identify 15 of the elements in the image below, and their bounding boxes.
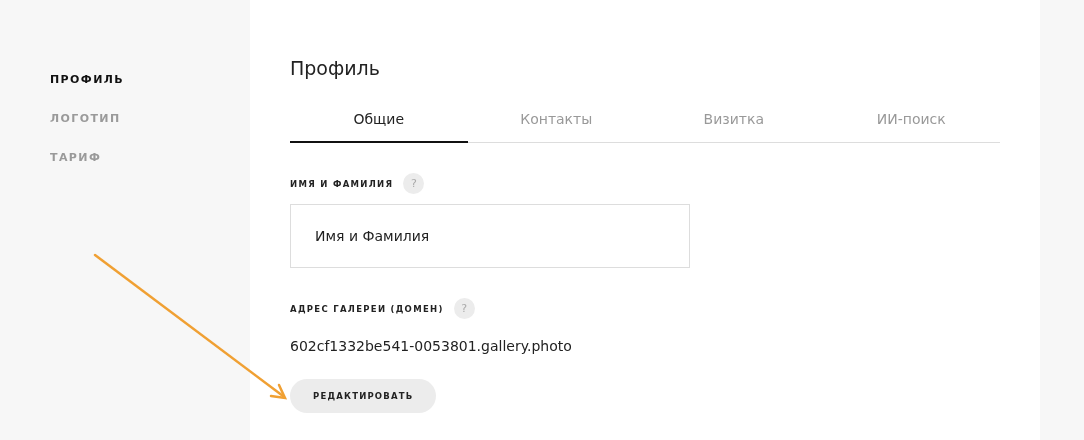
page-title: Профиль [290, 57, 381, 79]
name-input-field[interactable]: Имя и Фамилия [290, 204, 690, 268]
tab[interactable]: Визитка [645, 101, 823, 143]
tab[interactable]: Контакты [467, 101, 645, 143]
edit-button[interactable]: РЕДАКТИРОВАТЬ [290, 379, 437, 413]
sidebar-item[interactable]: ПРОФИЛЬ [50, 72, 125, 88]
sidebar-item[interactable]: ЛОГОТИП [50, 111, 121, 127]
field-label: АДРЕС ГАЛЕРЕИ (ДОМЕН) [290, 303, 444, 314]
sidebar-item[interactable]: ТАРИФ [50, 150, 102, 166]
domain-text: 602cf1332be541-0053801.gallery.photo [290, 338, 573, 354]
help-badge[interactable]: ? [403, 173, 425, 194]
tab[interactable]: Общие [290, 101, 468, 143]
field-label: ИМЯ И ФАМИЛИЯ [290, 178, 394, 189]
help-badge[interactable]: ? [453, 298, 475, 319]
tab[interactable]: ИИ-поиск [822, 101, 1000, 143]
